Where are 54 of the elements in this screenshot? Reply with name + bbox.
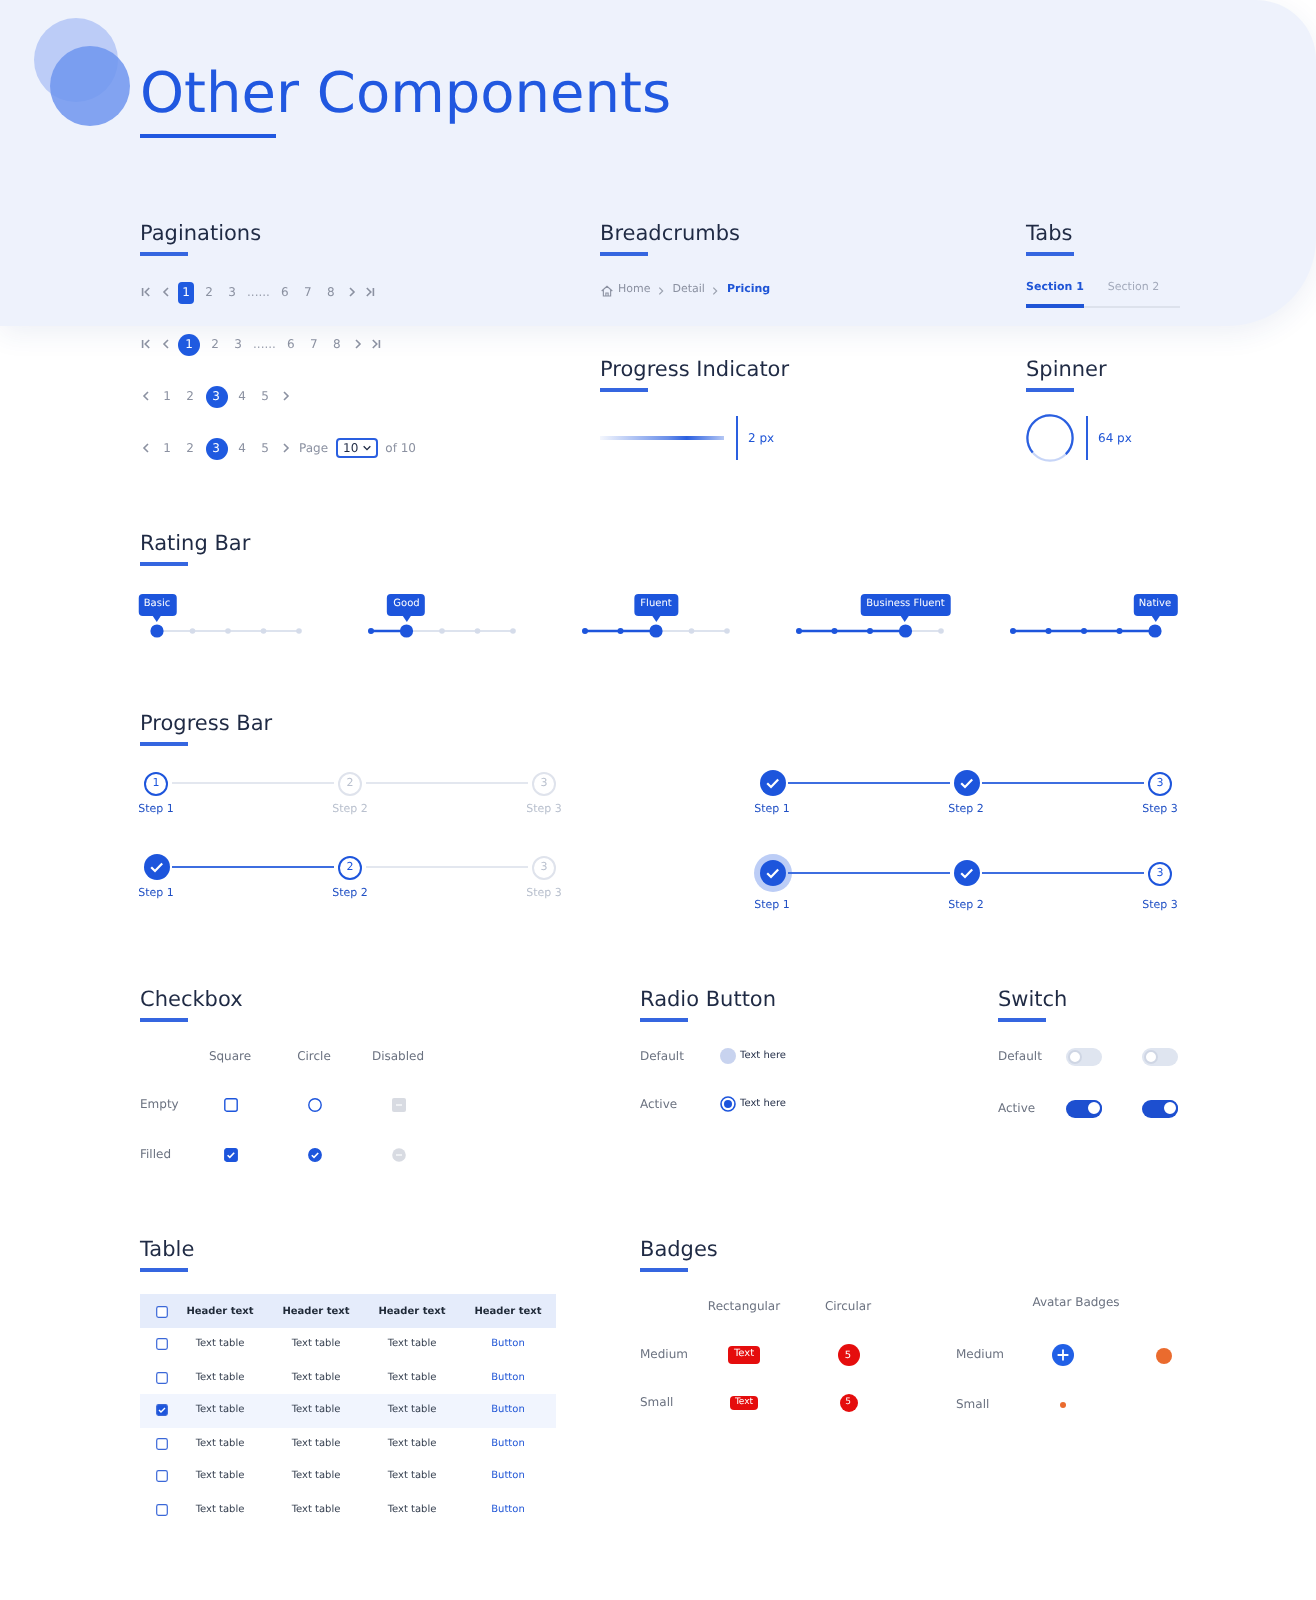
section-title: Switch xyxy=(998,986,1068,1014)
progress-indicator-bar xyxy=(600,436,724,440)
section-title: Spinner xyxy=(1026,356,1107,384)
chevron-right-icon xyxy=(656,285,667,295)
checkbox[interactable] xyxy=(156,1338,168,1351)
chevron-left-icon[interactable] xyxy=(140,442,152,454)
checkbox[interactable] xyxy=(223,1098,237,1112)
page-title: Other Components xyxy=(140,64,672,124)
chevron-left-icon[interactable] xyxy=(140,390,152,402)
checkbox[interactable] xyxy=(223,1147,237,1161)
checkbox[interactable] xyxy=(307,1098,321,1112)
toggle-switch[interactable] xyxy=(1066,1047,1102,1065)
section-title: Table xyxy=(140,1236,195,1264)
circles-drawing xyxy=(28,16,136,128)
chevron-right-icon xyxy=(710,285,721,295)
checkbox[interactable] xyxy=(156,1305,168,1317)
slider-thumb[interactable] xyxy=(399,624,414,638)
spinner-icon xyxy=(1026,414,1074,462)
checkbox[interactable] xyxy=(307,1147,321,1161)
toggle-switch[interactable] xyxy=(1142,1047,1178,1065)
section-title: Radio Button xyxy=(640,986,777,1014)
slider-thumb[interactable] xyxy=(649,624,663,638)
toggle-switch[interactable] xyxy=(1142,1099,1178,1117)
checkbox[interactable] xyxy=(156,1503,168,1516)
radio-button[interactable] xyxy=(720,1048,736,1064)
last-page-icon[interactable] xyxy=(364,286,377,298)
chevron-right-icon[interactable] xyxy=(280,442,292,454)
slider-thumb[interactable] xyxy=(898,624,913,638)
radio-button[interactable] xyxy=(720,1096,736,1112)
section-title: Tabs xyxy=(1026,220,1073,248)
section-title: Paginations xyxy=(140,220,262,248)
section-title: Checkbox xyxy=(140,986,243,1014)
chevron-left-icon[interactable] xyxy=(159,338,171,350)
chevron-right-icon[interactable] xyxy=(345,286,358,298)
last-page-icon[interactable] xyxy=(370,338,383,350)
section-title: Breadcrumbs xyxy=(600,220,740,248)
section-title: Progress Bar xyxy=(140,710,273,738)
caret-icon xyxy=(362,444,373,452)
slider-thumb[interactable] xyxy=(150,624,164,638)
section-title: Progress Indicator xyxy=(600,356,790,384)
checkbox[interactable] xyxy=(156,1470,168,1483)
first-page-icon[interactable] xyxy=(140,286,152,298)
checkbox[interactable] xyxy=(156,1404,168,1417)
section-title: Rating Bar xyxy=(140,530,251,558)
chevron-right-icon[interactable] xyxy=(351,338,364,350)
checkbox[interactable] xyxy=(156,1371,168,1384)
section-title: Badges xyxy=(640,1236,718,1264)
chevron-left-icon[interactable] xyxy=(159,286,171,298)
toggle-switch[interactable] xyxy=(1066,1099,1102,1117)
first-page-icon[interactable] xyxy=(140,338,152,350)
home-icon xyxy=(600,283,614,297)
checkbox[interactable] xyxy=(156,1437,168,1450)
slider-thumb[interactable] xyxy=(1148,624,1162,638)
chevron-right-icon[interactable] xyxy=(280,390,292,402)
